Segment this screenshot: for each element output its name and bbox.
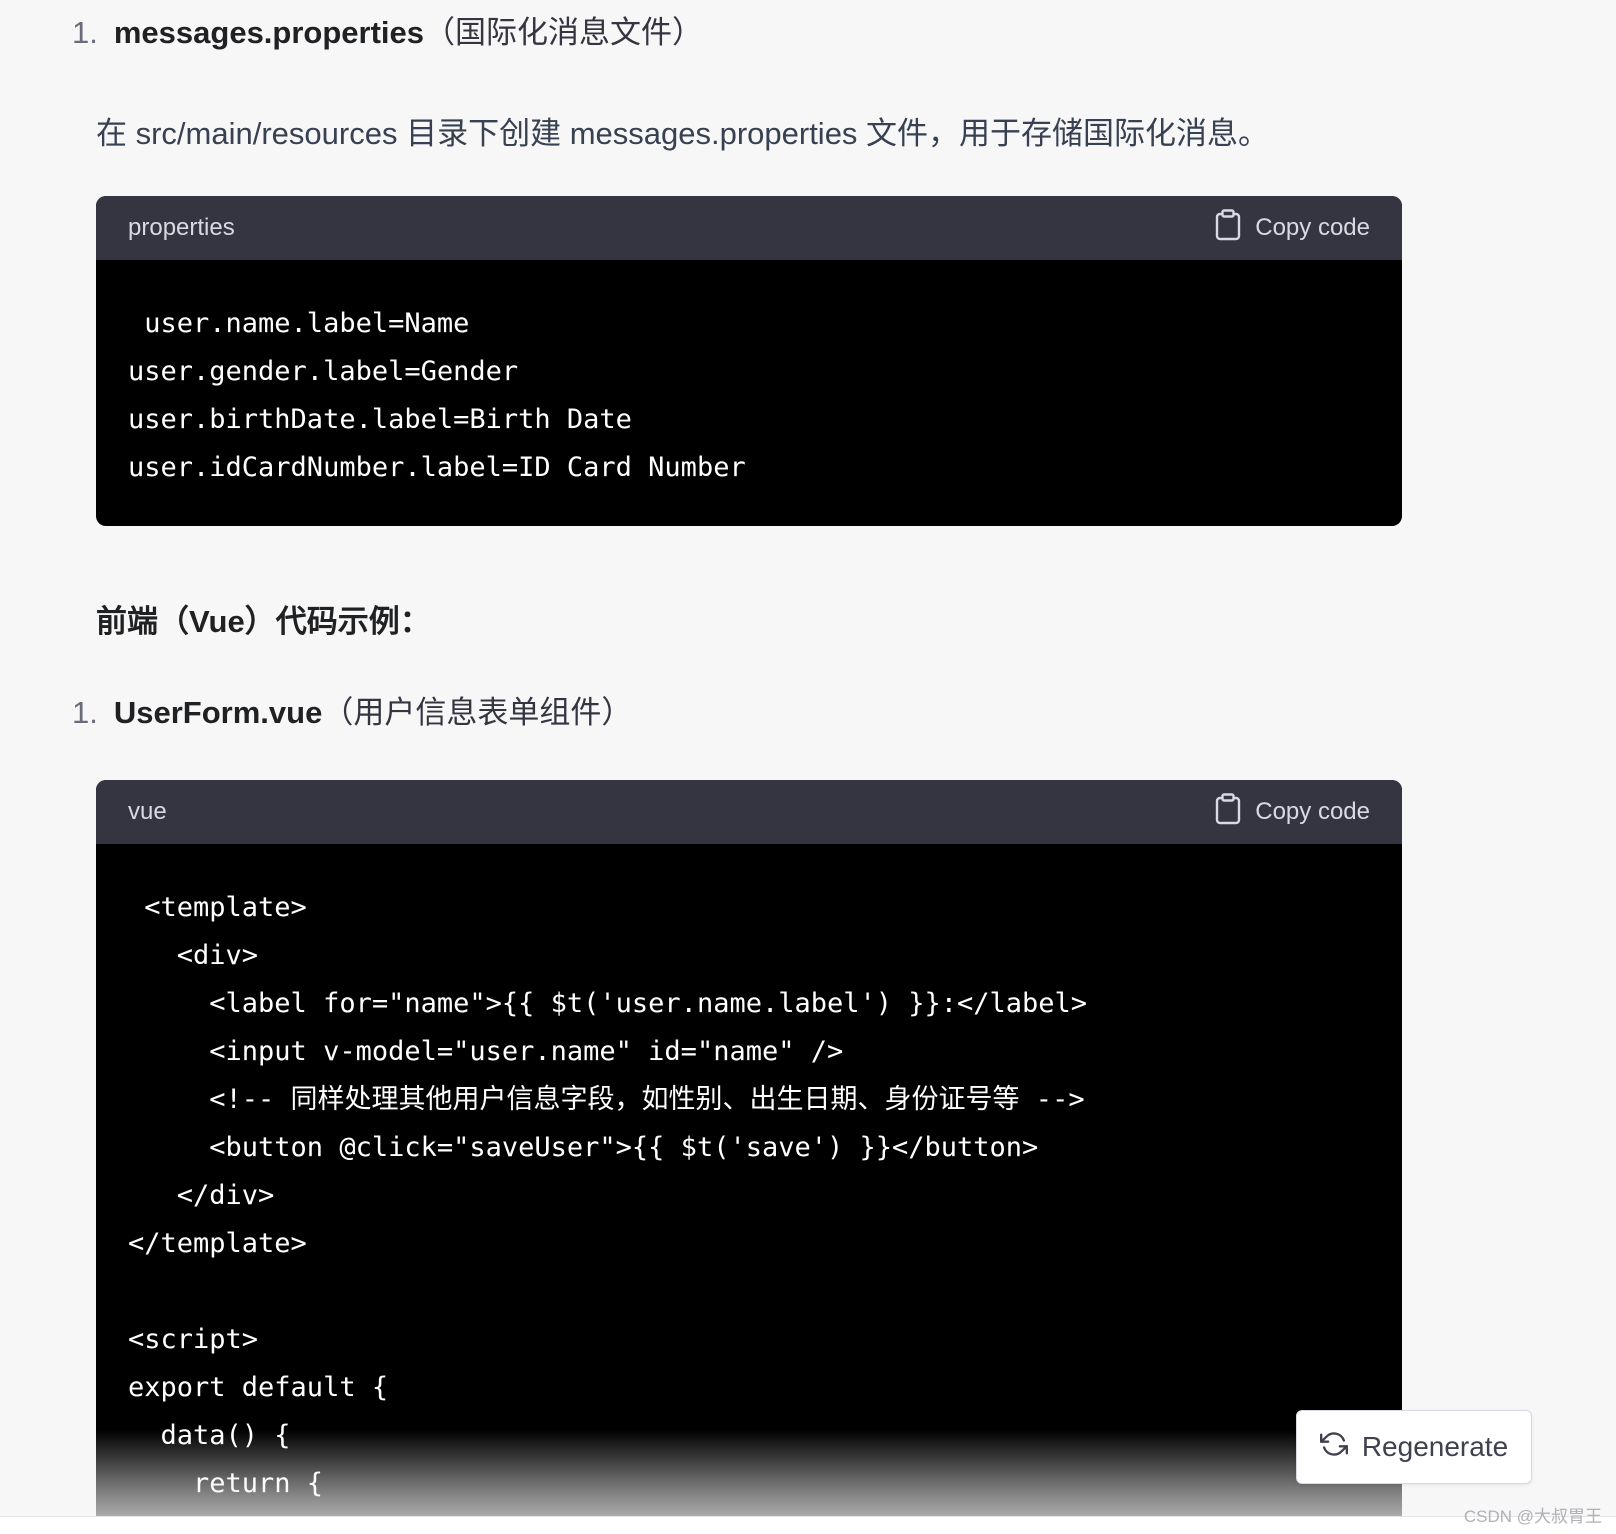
description-paragraph: 在 src/main/resources 目录下创建 messages.prop…: [96, 116, 1270, 151]
copy-code-label: Copy code: [1255, 798, 1370, 825]
list-number: 1.: [72, 15, 98, 50]
code-line: <!-- 同样处理其他用户信息字段，如性别、出生日期、身份证号等 -->: [128, 1084, 1085, 1115]
code-block-header: vue Copy code: [96, 780, 1402, 844]
code-line: <script>: [128, 1324, 259, 1355]
code-content: user.name.label=Name user.gender.label=Ge…: [96, 260, 1402, 526]
code-line: user.idCardNumber.label=ID Card Number: [128, 452, 746, 483]
chat-page: 1. messages.properties（国际化消息文件） 在 src/mai…: [0, 0, 1616, 1534]
code-line: user.gender.label=Gender: [128, 356, 519, 387]
copy-code-button[interactable]: Copy code: [1215, 792, 1370, 832]
code-line: data() {: [128, 1420, 291, 1451]
bottom-input-bar: [0, 1516, 1616, 1534]
code-line: <button @click="saveUser">{{ $t('save') …: [128, 1132, 1039, 1163]
code-line: user.birthDate.label=Birth Date: [128, 404, 632, 435]
code-line: user.name.label=Name: [128, 308, 470, 339]
list-item-messages-properties: 1. messages.properties（国际化消息文件）: [72, 14, 703, 51]
code-language-label: vue: [128, 798, 167, 825]
code-language-label: properties: [128, 214, 235, 241]
clipboard-icon: [1215, 208, 1241, 248]
code-content: <template> <div> <label for="name">{{ $t…: [96, 844, 1402, 1534]
list-number: 1.: [72, 695, 98, 730]
code-block-properties: properties Copy code user.name.label=Nam…: [96, 196, 1402, 526]
list-item-title: messages.properties: [113, 15, 425, 50]
regenerate-label: Regenerate: [1361, 1431, 1509, 1462]
list-item-subtitle: （国际化消息文件）: [424, 15, 704, 50]
code-line: <input v-model="user.name" id="name" />: [128, 1036, 844, 1067]
copy-code-button[interactable]: Copy code: [1215, 208, 1370, 248]
code-line: <template>: [128, 892, 307, 923]
code-block-header: properties Copy code: [96, 196, 1402, 260]
clipboard-icon: [1215, 792, 1241, 832]
list-item-subtitle: （用户信息表单组件）: [322, 695, 633, 730]
code-line: ​: [128, 1268, 1370, 1316]
code-line: </template>: [128, 1228, 307, 1259]
regenerate-button[interactable]: Regenerate: [1296, 1410, 1532, 1484]
code-line: return {: [128, 1468, 324, 1499]
list-item-userform-vue: 1. UserForm.vue（用户信息表单组件）: [72, 694, 632, 731]
list-item-title: UserForm.vue: [113, 695, 323, 730]
frontend-heading: 前端（Vue）代码示例：: [96, 604, 431, 639]
code-line: export default {: [128, 1372, 389, 1403]
copy-code-label: Copy code: [1255, 214, 1370, 241]
watermark: CSDN @大叔胃王: [1463, 1507, 1602, 1526]
code-line: <label for="name">{{ $t('user.name.label…: [128, 988, 1088, 1019]
code-block-vue: vue Copy code <template> <div> <label fo…: [96, 780, 1402, 1534]
code-line: </div>: [128, 1180, 275, 1211]
code-line: <div>: [128, 940, 259, 971]
refresh-icon: [1319, 1430, 1348, 1465]
